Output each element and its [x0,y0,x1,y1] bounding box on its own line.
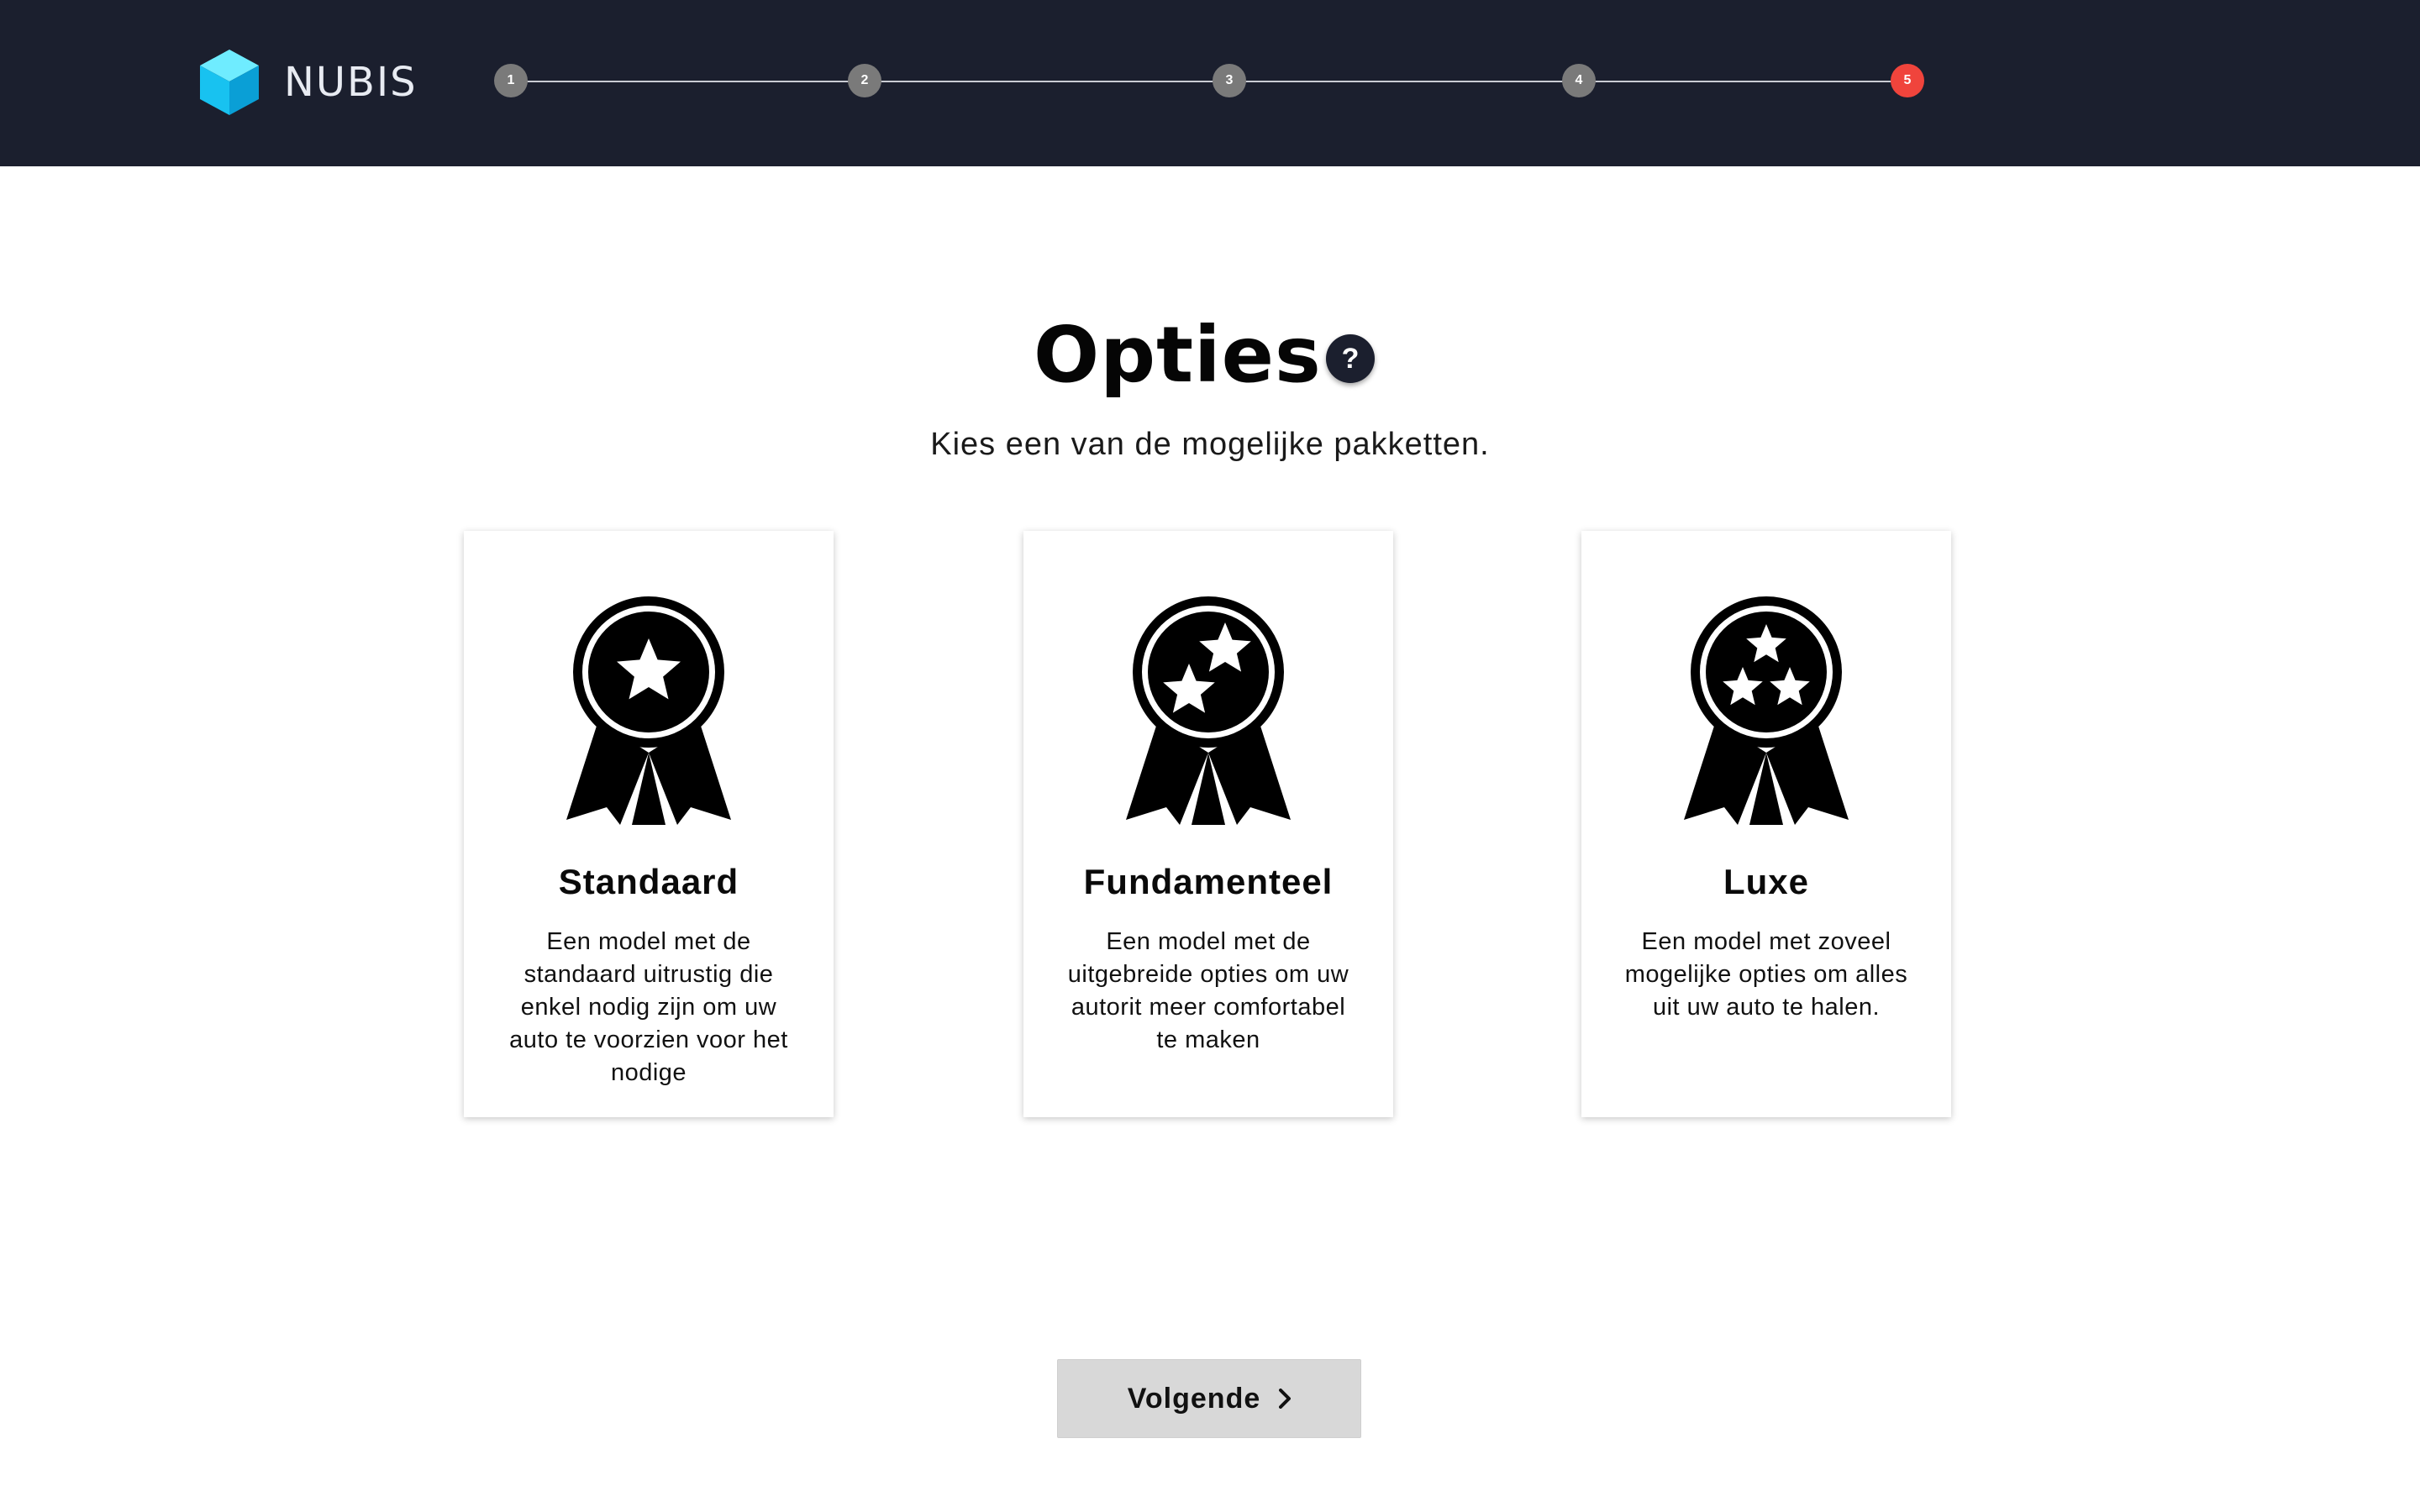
package-card-fundamenteel[interactable]: Fundamenteel Een model met de uitgebreid… [1023,531,1393,1117]
chevron-right-icon [1279,1389,1292,1409]
top-header: NUBIS 1 2 3 4 5 [0,0,2420,166]
brand-name: NUBIS [284,59,418,106]
award-ribbon-three-stars-icon [1684,596,1849,825]
package-card-standaard[interactable]: Standaard Een model met de standaard uit… [464,531,834,1117]
package-card-luxe[interactable]: Luxe Een model met zoveel mogelijke opti… [1581,531,1951,1117]
stepper-line [511,81,1908,82]
package-title: Fundamenteel [1083,862,1334,901]
step-5-current[interactable]: 5 [1891,64,1924,97]
next-button[interactable]: Volgende [1057,1359,1361,1438]
package-title: Luxe [1723,862,1810,901]
award-ribbon-two-stars-icon [1126,596,1291,825]
question-mark-icon: ? [1341,342,1360,375]
package-title: Standaard [558,862,739,901]
page: NUBIS 1 2 3 4 5 Opties ? Kies een van de… [0,0,2420,1512]
package-description: Een model met de standaard uitrustig die… [509,928,788,1086]
step-3[interactable]: 3 [1213,64,1246,97]
progress-stepper: 1 2 3 4 5 [494,64,1925,99]
title-row: Opties ? [0,309,2420,402]
package-description: Een model met de uitgebreide opties om u… [1067,928,1349,1053]
step-4[interactable]: 4 [1562,64,1596,97]
step-1[interactable]: 1 [494,64,528,97]
step-2[interactable]: 2 [848,64,881,97]
page-title: Opties [1034,310,1322,400]
next-button-label: Volgende [1127,1382,1261,1415]
brand-logo[interactable]: NUBIS [198,48,418,117]
package-description: Een model met zoveel mogelijke opties om… [1624,928,1908,1021]
cube-icon [200,50,259,115]
award-ribbon-one-star-icon [566,596,731,825]
page-subtitle: Kies een van de mogelijke pakketten. [930,427,1490,462]
help-button[interactable]: ? [1326,334,1375,383]
